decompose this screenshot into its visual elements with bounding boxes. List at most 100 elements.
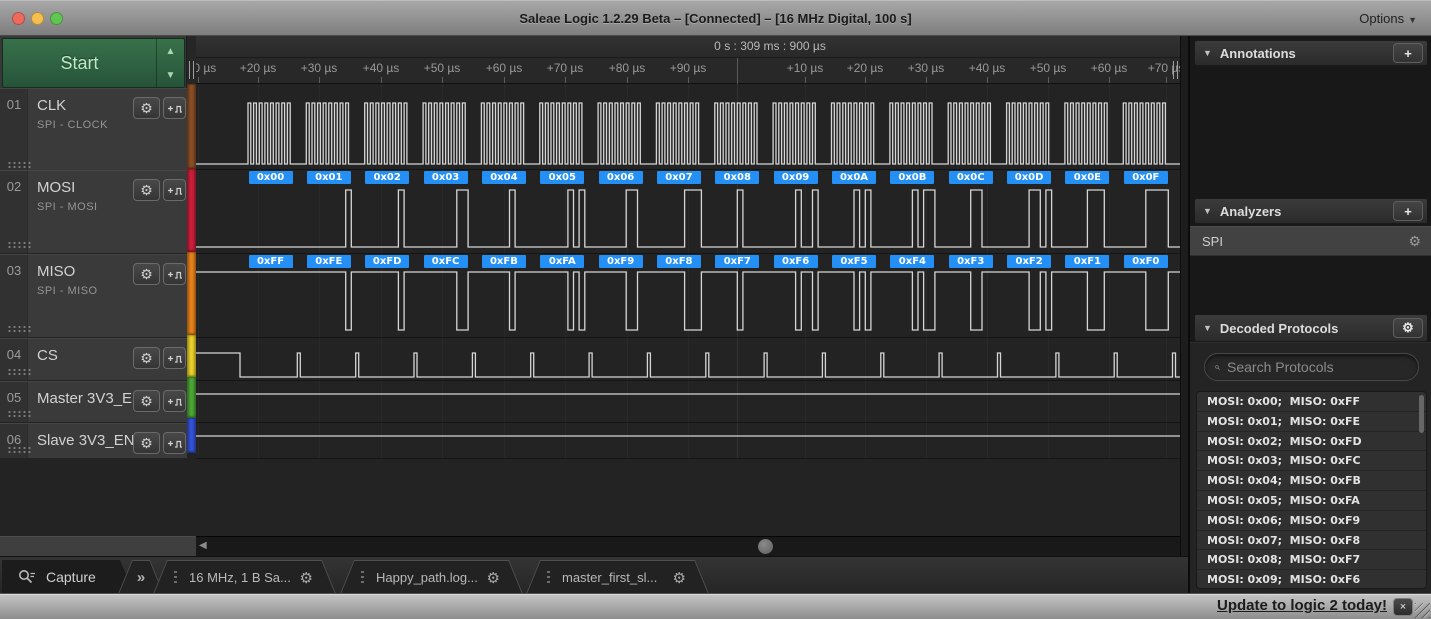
channel-trigger-button[interactable] bbox=[163, 179, 186, 201]
channel-row-cs: 04CS⚙ bbox=[0, 338, 187, 381]
decoded-protocol-row[interactable]: MOSI: 0x02; MISO: 0xFD bbox=[1197, 432, 1426, 452]
decoded-protocol-row[interactable]: MOSI: 0x08; MISO: 0xF7 bbox=[1197, 550, 1426, 570]
channel-color-strip-02 bbox=[187, 169, 196, 252]
ruler-tick-mark bbox=[688, 77, 689, 83]
ruler-left-handle[interactable] bbox=[189, 61, 194, 79]
channel-row-mosi: 02MOSISPI - MOSI⚙ bbox=[0, 170, 187, 254]
channel-number: 06 bbox=[0, 432, 28, 447]
channel-drag-grip[interactable] bbox=[7, 241, 31, 249]
channel-settings-button[interactable]: ⚙ bbox=[133, 263, 160, 285]
decoded-protocols-header[interactable]: ▼ Decoded Protocols ⚙ bbox=[1194, 314, 1428, 342]
title-bar: Saleae Logic 1.2.29 Beta – [Connected] –… bbox=[0, 0, 1431, 36]
spi-byte-annotation: 0xF9 bbox=[599, 255, 643, 268]
add-annotation-button[interactable]: + bbox=[1393, 43, 1423, 63]
channel-number: 02 bbox=[0, 179, 28, 194]
capture-icon bbox=[18, 569, 38, 585]
vertical-scrollbar[interactable] bbox=[1180, 36, 1188, 556]
scroll-left-arrow-icon[interactable]: ◀ bbox=[199, 540, 207, 551]
channel-number: 01 bbox=[0, 97, 28, 112]
analyzers-header[interactable]: ▼ Analyzers + bbox=[1194, 198, 1428, 224]
waveform-row-clk bbox=[196, 84, 1180, 170]
annotations-header[interactable]: ▼ Annotations + bbox=[1194, 40, 1428, 66]
decoded-protocol-row[interactable]: MOSI: 0x09; MISO: 0xF6 bbox=[1197, 570, 1426, 589]
close-icon[interactable]: × bbox=[1393, 598, 1413, 616]
channel-trigger-button[interactable] bbox=[163, 432, 186, 454]
start-button[interactable]: Start ▲ ▼ bbox=[2, 38, 185, 88]
collapse-triangle-icon: ▼ bbox=[1203, 206, 1212, 216]
update-logic2-link[interactable]: Update to logic 2 today! bbox=[1217, 597, 1387, 614]
channel-row-miso: 03MISOSPI - MISO⚙ bbox=[0, 254, 187, 338]
decoded-protocols-settings-button[interactable]: ⚙ bbox=[1393, 318, 1423, 338]
channel-trigger-button[interactable] bbox=[163, 97, 186, 119]
gear-icon[interactable]: ⚙ bbox=[487, 569, 500, 587]
spi-byte-annotation: 0x0B bbox=[890, 171, 934, 184]
trigger-edge-icon bbox=[166, 395, 183, 408]
spi-byte-annotation: 0xFE bbox=[307, 255, 351, 268]
gear-icon[interactable]: ⚙ bbox=[300, 569, 313, 587]
channel-settings-button[interactable]: ⚙ bbox=[133, 390, 160, 412]
channel-drag-grip[interactable] bbox=[7, 325, 31, 333]
channel-settings-button[interactable]: ⚙ bbox=[133, 432, 160, 454]
tab-file-2[interactable]: master_first_sl...⚙ bbox=[526, 560, 709, 594]
collapse-triangle-icon: ▼ bbox=[1203, 323, 1212, 333]
decoded-protocol-row[interactable]: MOSI: 0x01; MISO: 0xFE bbox=[1197, 412, 1426, 432]
arrow-up-icon[interactable]: ▲ bbox=[157, 39, 184, 63]
channel-name: CLK bbox=[37, 97, 66, 114]
gear-icon: ⚙ bbox=[140, 393, 153, 410]
channel-trigger-button[interactable] bbox=[163, 263, 186, 285]
trigger-edge-icon bbox=[166, 102, 183, 115]
decoded-protocol-row[interactable]: MOSI: 0x06; MISO: 0xF9 bbox=[1197, 511, 1426, 531]
horizontal-scrollbar[interactable]: ◀ bbox=[196, 536, 1180, 556]
gear-icon[interactable]: ⚙ bbox=[673, 569, 686, 587]
spi-byte-annotation: 0x09 bbox=[774, 171, 818, 184]
tab-file-0[interactable]: 16 MHz, 1 B Sa...⚙ bbox=[153, 560, 336, 594]
time-ruler[interactable]: +10 µs+20 µs+30 µs+40 µs+50 µs+60 µs+70 … bbox=[196, 58, 1180, 84]
ruler-tick-label: +40 µs bbox=[969, 61, 1006, 75]
decoded-protocol-row[interactable]: MOSI: 0x05; MISO: 0xFA bbox=[1197, 491, 1426, 511]
channel-trigger-button[interactable] bbox=[163, 390, 186, 412]
tab-capture[interactable]: Capture bbox=[2, 560, 134, 594]
search-protocols-input[interactable] bbox=[1227, 359, 1408, 375]
time-position-label: 0 s : 309 ms : 900 µs bbox=[714, 39, 826, 53]
spi-byte-annotation: 0x01 bbox=[307, 171, 351, 184]
spi-byte-annotation: 0xF6 bbox=[774, 255, 818, 268]
decoded-protocol-row[interactable]: MOSI: 0x04; MISO: 0xFB bbox=[1197, 471, 1426, 491]
spi-byte-annotation: 0xF8 bbox=[657, 255, 701, 268]
digital-waveform bbox=[196, 338, 1180, 381]
channel-name: CS bbox=[37, 347, 58, 364]
channel-settings-button[interactable]: ⚙ bbox=[133, 179, 160, 201]
gear-icon: ⚙ bbox=[140, 266, 153, 283]
decoded-protocol-row[interactable]: MOSI: 0x03; MISO: 0xFC bbox=[1197, 451, 1426, 471]
decoded-protocol-row[interactable]: MOSI: 0x00; MISO: 0xFF bbox=[1197, 392, 1426, 412]
options-menu[interactable]: Options▼ bbox=[1359, 1, 1417, 37]
decoded-protocols-list[interactable]: MOSI: 0x00; MISO: 0xFFMOSI: 0x01; MISO: … bbox=[1196, 391, 1427, 589]
ruler-tick-mark bbox=[198, 77, 199, 83]
ruler-right-handle[interactable] bbox=[1173, 61, 1178, 79]
list-scrollbar-thumb[interactable] bbox=[1419, 395, 1424, 433]
search-protocols-box[interactable] bbox=[1204, 353, 1419, 381]
window-resize-grip[interactable] bbox=[1415, 603, 1430, 618]
tab-file-1[interactable]: Happy_path.log...⚙ bbox=[340, 560, 523, 594]
horizontal-scrollbar-thumb[interactable] bbox=[758, 539, 773, 554]
chevron-down-icon: ▼ bbox=[1408, 15, 1417, 25]
channel-trigger-button[interactable] bbox=[163, 347, 186, 369]
tab-inner: master_first_sl...⚙ bbox=[527, 561, 708, 594]
analyzer-item-spi[interactable]: SPI ⚙ bbox=[1190, 226, 1431, 256]
channel-drag-grip[interactable] bbox=[7, 161, 31, 169]
channel-drag-grip[interactable] bbox=[7, 446, 31, 454]
arrow-down-icon[interactable]: ▼ bbox=[157, 63, 184, 87]
channel-name: MISO bbox=[37, 263, 75, 280]
decoded-protocol-row[interactable]: MOSI: 0x07; MISO: 0xF8 bbox=[1197, 531, 1426, 551]
waveform-plot[interactable]: 0 s : 309 ms : 900 µs +10 µs+20 µs+30 µs… bbox=[196, 36, 1180, 556]
ruler-tick-mark bbox=[805, 77, 806, 83]
double-chevron-icon: » bbox=[137, 569, 145, 586]
right-panel: ▼ Annotations + ▼ Analyzers + SPI ⚙ ▼ De… bbox=[1188, 36, 1431, 593]
channel-drag-grip[interactable] bbox=[7, 368, 31, 376]
channel-drag-grip[interactable] bbox=[7, 410, 31, 418]
add-analyzer-button[interactable]: + bbox=[1393, 201, 1423, 221]
waveform-area[interactable]: 0x000x010x020x030x040x050x060x070x080x09… bbox=[196, 84, 1180, 459]
channel-settings-button[interactable]: ⚙ bbox=[133, 97, 160, 119]
annotations-title: Annotations bbox=[1220, 46, 1296, 61]
channel-settings-button[interactable]: ⚙ bbox=[133, 347, 160, 369]
gear-icon[interactable]: ⚙ bbox=[1408, 233, 1421, 250]
